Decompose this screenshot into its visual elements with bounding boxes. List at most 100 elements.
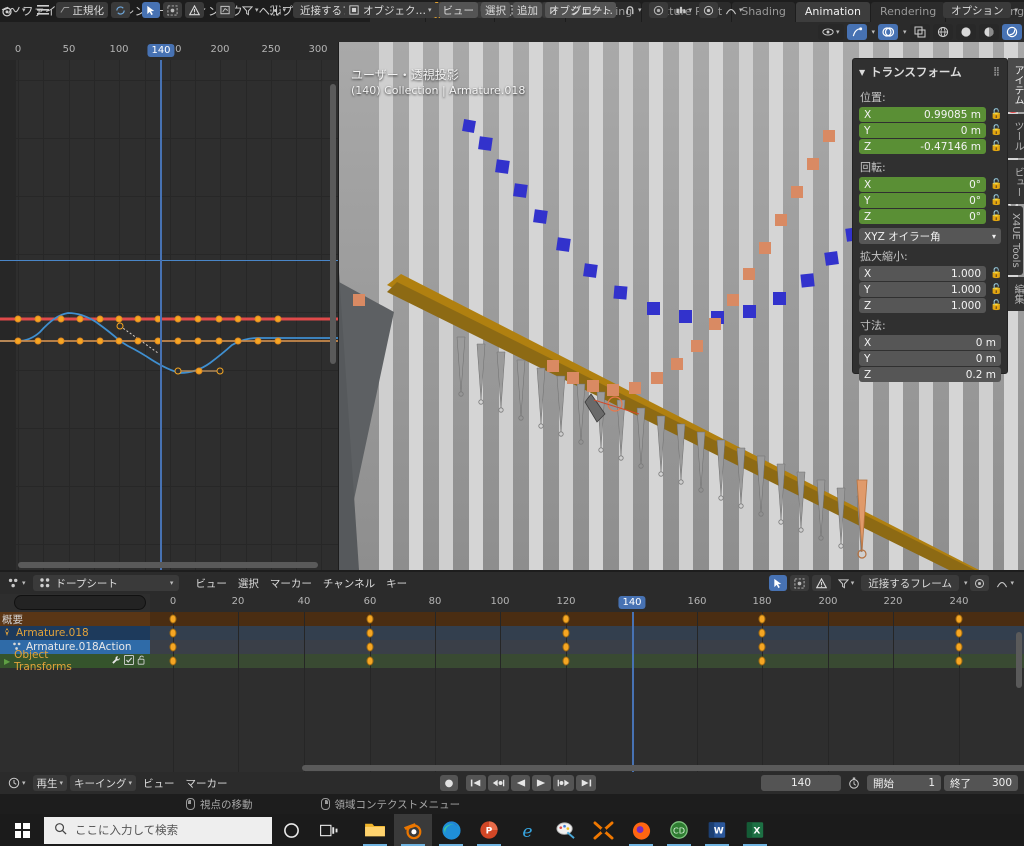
dopesheet-playhead[interactable] [632,612,634,772]
keyframe-point[interactable] [15,338,22,345]
playback-dropdown[interactable]: 再生▾ [33,775,68,791]
ghost-curves-icon[interactable] [216,2,235,18]
frame-start-field[interactable]: 開始 1 [867,775,941,791]
keyframe-point[interactable] [58,338,65,345]
graph-vertical-scrollbar[interactable] [330,84,336,364]
smooth-falloff-icon[interactable]: ▾ [721,2,747,18]
paint-icon[interactable] [546,814,584,846]
wrench-icon[interactable] [111,655,121,668]
dopesheet-pivot-icon[interactable] [970,575,989,591]
channel-object-transforms[interactable]: ▶ Object Transforms [0,654,150,668]
current-frame-field[interactable]: 140 [761,775,841,791]
dopesheet-keyframe[interactable] [956,629,963,638]
dopesheet-keyframe[interactable] [367,615,374,624]
keying-dropdown[interactable]: キーイング▾ [70,775,136,791]
dopesheet-menu-select[interactable]: 選択 [234,575,263,591]
scale-z-field[interactable]: Z 1.000 [859,298,986,313]
unlock-icon[interactable]: 🔓 [990,141,1001,152]
falloff-icon[interactable]: ▾ [671,2,697,18]
graph-editor-canvas[interactable] [0,60,338,570]
location-x-field[interactable]: X 0.99085 m [859,107,986,122]
gizmo-icon[interactable] [847,24,867,40]
dopesheet-snap-dropdown[interactable]: 近接するフレーム [861,575,959,591]
sidebar-tab-x4ue-tools[interactable]: X4UE Tools [1008,206,1023,275]
graph-horizontal-scrollbar[interactable] [18,562,318,568]
jump-start-icon[interactable] [466,775,486,791]
overlays-icon[interactable] [878,24,898,40]
keyframe-point[interactable] [116,316,123,323]
dopesheet-keyframe[interactable] [563,615,570,624]
dopesheet-horizontal-scrollbar[interactable] [302,765,1024,771]
keyframe-point[interactable] [35,338,42,345]
xmind-icon[interactable] [584,814,622,846]
play-icon[interactable] [532,775,551,791]
dopesheet-keyframe-grid[interactable] [150,612,1024,772]
taskbar-search-input[interactable]: ここに入力して検索 [44,817,272,844]
keyframe-point[interactable] [15,316,22,323]
keyframe-point[interactable] [235,338,242,345]
stopwatch-icon[interactable] [844,775,864,791]
dopesheet-keyframe[interactable] [170,629,177,638]
refresh-icon[interactable] [111,2,130,18]
panel-header[interactable]: ▼ トランスフォーム ⣿ [859,63,1001,85]
keyframe-point[interactable] [196,368,203,375]
channel-search-input[interactable] [14,595,146,610]
graph-playhead[interactable] [160,60,162,570]
dopesheet-keyframe[interactable] [367,657,374,666]
dopesheet-cursor-select-icon[interactable] [769,575,787,591]
dopesheet-handles-icon[interactable]: ▾ [992,575,1018,591]
file-explorer-icon[interactable] [356,814,394,846]
keyframe-point[interactable] [195,338,202,345]
dopesheet-keyframe[interactable] [759,643,766,652]
keyframe-point[interactable] [216,316,223,323]
keyframe-point[interactable] [97,338,104,345]
viewport-proportional-edit-icon[interactable] [649,2,668,18]
sidebar-tab-item[interactable]: アイテム [1008,58,1024,112]
microsoft-edge-icon[interactable] [432,814,470,846]
dopesheet-vertical-scrollbar[interactable] [1016,632,1022,688]
sidebar-tab-tool[interactable]: ツール [1008,114,1024,158]
unlock-icon[interactable]: 🔓 [990,300,1001,311]
task-view-icon[interactable] [310,814,348,846]
xray-icon[interactable] [910,24,930,40]
keyframe-point[interactable] [135,338,142,345]
internet-explorer-icon[interactable]: e [508,814,546,846]
object-mode-dropdown[interactable]: オブジェク…▾ [345,2,436,18]
proportional-edit-icon[interactable] [163,2,182,18]
prev-keyframe-icon[interactable] [488,775,509,791]
dimensions-x-field[interactable]: X 0 m [859,335,1001,350]
keyframe-handle[interactable] [175,368,182,375]
keyframe-handle[interactable] [117,323,124,330]
shading-wireframe-icon[interactable] [933,24,953,40]
grip-dots-icon[interactable]: ⣿ [993,67,1001,77]
keyframe-point[interactable] [97,316,104,323]
location-z-field[interactable]: Z -0.47146 m [859,139,986,154]
unlock-icon[interactable]: 🔓 [990,195,1001,206]
rotation-z-field[interactable]: Z 0° [859,209,986,224]
triangle-down-icon[interactable]: ▼ [859,68,865,77]
keyframe-point[interactable] [175,338,182,345]
workspace-tab-rendering[interactable]: Rendering [871,2,945,22]
dopesheet-keyframe[interactable] [956,615,963,624]
orientation-icon[interactable] [545,2,564,18]
keyframe-point[interactable] [195,316,202,323]
normalize-toggle[interactable]: 正規化 [56,2,109,18]
channel-summary[interactable]: 概要 [0,612,150,626]
rotation-y-field[interactable]: Y 0° [859,193,986,208]
viewport-menu-add[interactable]: 追加 [513,2,542,18]
dopesheet-keyframe[interactable] [170,643,177,652]
graph-editor-menu-icon[interactable] [33,2,53,18]
scale-x-field[interactable]: X 1.000 [859,266,986,281]
dopesheet-keyframe[interactable] [367,643,374,652]
frame-end-field[interactable]: 終了 300 [944,775,1018,791]
dopesheet-ruler[interactable]: 0 20 40 60 80 100 120 160 180 200 220 24… [150,594,1024,612]
dopesheet-proportional-edit-icon[interactable] [790,575,809,591]
keyframe-point[interactable] [135,316,142,323]
dopesheet-only-errors-icon[interactable] [812,575,831,591]
next-keyframe-icon[interactable] [553,775,574,791]
cd-app-icon[interactable]: CD [660,814,698,846]
viewport-menu-view[interactable]: ビュー [439,2,479,18]
unlock-icon[interactable]: 🔓 [990,179,1001,190]
pivot-icon[interactable]: ▾ [266,2,291,18]
windows-start-icon[interactable] [0,814,44,846]
